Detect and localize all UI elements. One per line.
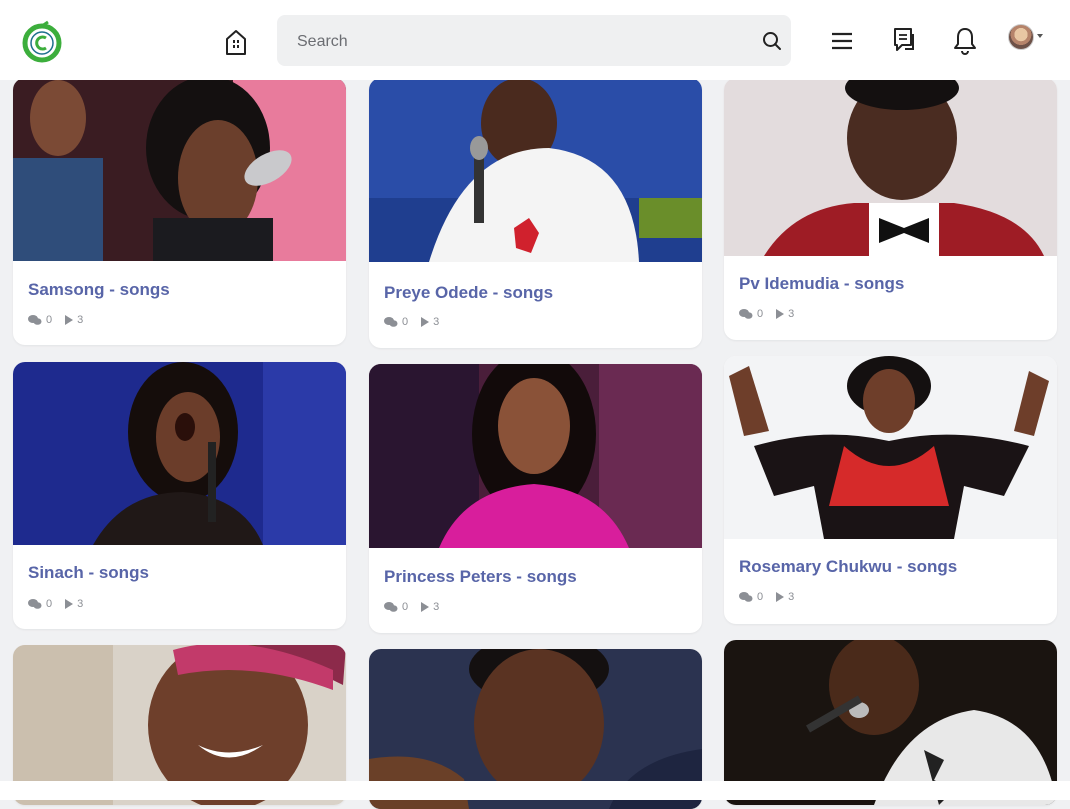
artist-photo — [724, 356, 1057, 539]
comments-icon — [739, 592, 753, 602]
comment-count: 0 — [757, 308, 764, 320]
comment-count: 0 — [757, 591, 764, 603]
artist-photo — [369, 78, 702, 262]
comments-icon — [384, 602, 398, 612]
comments-icon — [28, 599, 42, 609]
artist-photo — [724, 78, 1057, 256]
card-title[interactable]: Princess Peters - songs — [384, 567, 577, 587]
comments-icon — [739, 309, 753, 319]
card-meta: 0 3 — [28, 314, 95, 326]
artist-card-princess-peters[interactable]: Princess Peters - songs 0 3 — [369, 364, 702, 633]
menu-icon[interactable] — [828, 26, 856, 56]
play-count: 3 — [788, 591, 795, 603]
card-meta: 0 3 — [384, 601, 451, 613]
comments-icon — [384, 317, 398, 327]
card-title[interactable]: Preye Odede - songs — [384, 283, 553, 303]
avatar — [1008, 24, 1034, 50]
card-meta: 0 3 — [739, 308, 806, 320]
artist-card-rosemary-chukwu[interactable]: Rosemary Chukwu - songs 0 3 — [724, 356, 1057, 624]
comments-icon — [28, 315, 42, 325]
search-bar — [277, 15, 791, 68]
messages-icon[interactable] — [890, 26, 918, 56]
play-icon — [421, 602, 430, 612]
play-icon — [421, 317, 430, 327]
logo-icon[interactable] — [22, 16, 62, 68]
page-bottom-edge — [0, 781, 1070, 800]
play-icon — [776, 592, 785, 602]
play-icon — [65, 315, 74, 325]
card-title[interactable]: Rosemary Chukwu - songs — [739, 557, 957, 577]
play-count: 3 — [77, 314, 84, 326]
play-count: 3 — [788, 308, 795, 320]
artist-card-preye-odede[interactable]: Preye Odede - songs 0 3 — [369, 78, 702, 348]
top-header — [0, 0, 1070, 80]
profile-menu[interactable] — [1008, 22, 1048, 54]
search-icon[interactable] — [761, 30, 783, 52]
bell-icon[interactable] — [951, 26, 979, 56]
play-count: 3 — [433, 316, 440, 328]
search-input[interactable] — [295, 15, 739, 68]
artist-card-pv-idemudia[interactable]: Pv Idemudia - songs 0 3 — [724, 78, 1057, 340]
artist-card-sinach[interactable]: Sinach - songs 0 3 — [13, 362, 346, 629]
play-icon — [65, 599, 74, 609]
card-meta: 0 3 — [739, 591, 806, 603]
comment-count: 0 — [46, 314, 53, 326]
artist-photo — [13, 78, 346, 261]
chevron-down-icon — [1037, 34, 1043, 38]
card-meta: 0 3 — [384, 316, 451, 328]
artist-card-samsong[interactable]: Samsong - songs 0 3 — [13, 78, 346, 345]
play-icon — [776, 309, 785, 319]
card-title[interactable]: Samsong - songs — [28, 280, 170, 300]
play-count: 3 — [433, 601, 440, 613]
comment-count: 0 — [46, 598, 53, 610]
home-icon[interactable] — [222, 26, 250, 58]
artist-photo — [13, 362, 346, 545]
card-title[interactable]: Sinach - songs — [28, 563, 149, 583]
comment-count: 0 — [402, 316, 409, 328]
card-meta: 0 3 — [28, 598, 95, 610]
artist-photo — [369, 364, 702, 548]
play-count: 3 — [77, 598, 84, 610]
card-title[interactable]: Pv Idemudia - songs — [739, 274, 904, 294]
comment-count: 0 — [402, 601, 409, 613]
